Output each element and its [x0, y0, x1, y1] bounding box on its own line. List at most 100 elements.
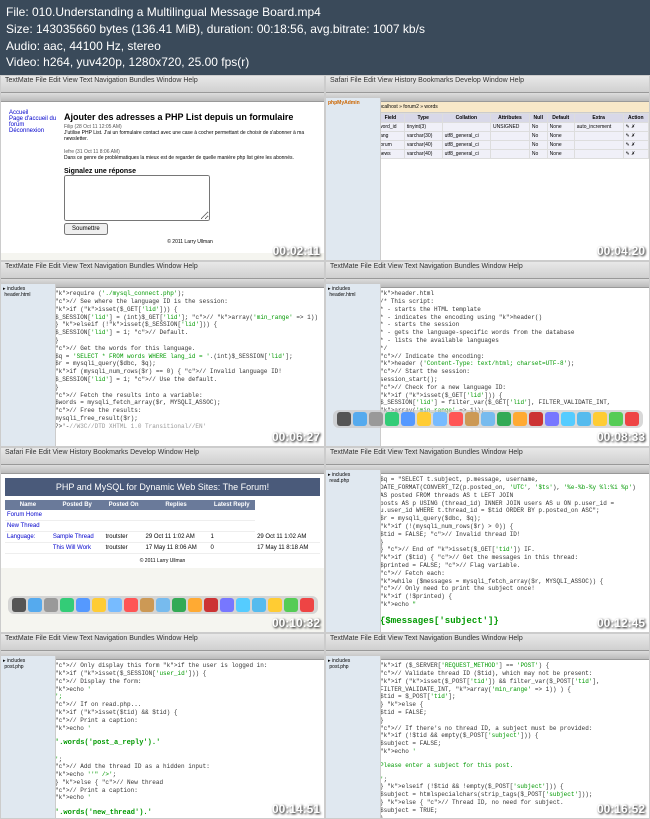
code-line: mysqli_free_result($r); — [55, 415, 320, 423]
reply-textarea[interactable] — [64, 175, 210, 221]
code-line: "c">// Only display this form "k">if the… — [55, 662, 320, 670]
dock-icon[interactable] — [337, 412, 351, 426]
menubar[interactable]: TextMate File Edit View Text Navigation … — [1, 262, 324, 279]
table-row[interactable]: forumvarchar(40)utf8_general_ciNoNone✎ ✗ — [377, 141, 649, 150]
dock-icon[interactable] — [140, 598, 154, 612]
dock-icon[interactable] — [625, 412, 639, 426]
col-header[interactable]: Type — [404, 114, 442, 123]
menubar[interactable]: TextMate File Edit View Text Navigation … — [326, 634, 649, 651]
dock-icon[interactable] — [156, 598, 170, 612]
code-line: "k">echo ''.words('post_a_reply').''; — [55, 725, 320, 764]
menubar[interactable]: TextMate File Edit View Text Navigation … — [326, 448, 649, 465]
dock-icon[interactable] — [60, 598, 74, 612]
table-row[interactable]: langvarchar(30)utf8_general_ciNoNone✎ ✗ — [377, 132, 649, 141]
menubar[interactable]: Safari File Edit View History Bookmarks … — [326, 76, 649, 93]
toolbar[interactable] — [1, 93, 324, 102]
dock-icon[interactable] — [284, 598, 298, 612]
file-tree[interactable]: ▸ includes header.html — [1, 284, 56, 446]
code-line: "c">// See where the language ID is the … — [55, 298, 320, 306]
dock-icon[interactable] — [577, 412, 591, 426]
code-line: $tid = $_POST['tid']; — [380, 693, 645, 701]
code-line: "k">header.html — [380, 290, 645, 298]
dock-icon[interactable] — [609, 412, 623, 426]
dock-icon[interactable] — [401, 412, 415, 426]
code-line: } "k">elseif (!$tid && !empty($_POST['su… — [380, 783, 645, 791]
submit-button[interactable]: Soumettre — [64, 223, 108, 235]
nav-link[interactable]: Déconnexion — [9, 128, 59, 134]
col-header[interactable]: Extra — [574, 114, 623, 123]
table-row[interactable]: word_idtinyint(3)UNSIGNEDNoNoneauto_incr… — [377, 123, 649, 132]
thread-row[interactable]: Forum Home — [5, 510, 320, 521]
dock-icon[interactable] — [236, 598, 250, 612]
code-editor[interactable]: "c">// Only display this form "k">if the… — [51, 660, 324, 819]
col-header[interactable]: Null — [529, 114, 547, 123]
dock-icon[interactable] — [433, 412, 447, 426]
code-editor[interactable]: "k">require ('./mysql_connect.php');"c">… — [51, 288, 324, 447]
dock-icon[interactable] — [545, 412, 559, 426]
dock-icon[interactable] — [76, 598, 90, 612]
breadcrumb[interactable]: localhost » forum2 » words — [376, 102, 649, 113]
dock-icon[interactable] — [220, 598, 234, 612]
dock-icon[interactable] — [465, 412, 479, 426]
dock-icon[interactable] — [385, 412, 399, 426]
code-line: "k">require ('./mysql_connect.php'); — [55, 290, 320, 298]
dock-icon[interactable] — [252, 598, 266, 612]
code-line: $q = "SELECT t.subject, p.message, usern… — [380, 476, 645, 499]
code-line: $_SESSION['lid'] = 1; "c">// Default. — [55, 329, 320, 337]
dock-icon[interactable] — [593, 412, 607, 426]
code-editor[interactable]: "k">if ($_SERVER['REQUEST_METHOD'] == 'P… — [376, 660, 649, 819]
dock-icon[interactable] — [353, 412, 367, 426]
nav-link[interactable]: Page d'accueil du forum — [9, 116, 59, 128]
col-header[interactable]: Collation — [442, 114, 490, 123]
code-line: $subject = htmlspecialchars(strip_tags($… — [380, 791, 645, 799]
dock-icon[interactable] — [529, 412, 543, 426]
dock-icon[interactable] — [108, 598, 122, 612]
dock-icon[interactable] — [513, 412, 527, 426]
table-row[interactable]: newsvarchar(40)utf8_general_ciNoNone✎ ✗ — [377, 150, 649, 159]
menubar[interactable]: TextMate File Edit View Text Navigation … — [326, 262, 649, 279]
code-line: "k">if ("k">isset($_GET['lid'])) { — [55, 306, 320, 314]
dock-icon[interactable] — [12, 598, 26, 612]
file-tree[interactable]: ▸ includes read.php — [326, 470, 381, 632]
dock-icon[interactable] — [124, 598, 138, 612]
dock-icon[interactable] — [268, 598, 282, 612]
threads-table: NamePosted ByPosted OnRepliesLatest Repl… — [5, 500, 320, 554]
code-line: "c">// Check for a new language ID: — [380, 384, 645, 392]
menubar[interactable]: Safari File Edit View History Bookmarks … — [1, 448, 324, 465]
code-editor[interactable]: $q = "SELECT t.subject, p.message, usern… — [376, 474, 649, 633]
dock-icon[interactable] — [417, 412, 431, 426]
dock-icon[interactable] — [44, 598, 58, 612]
dock-icon[interactable] — [449, 412, 463, 426]
dock-icon[interactable] — [188, 598, 202, 612]
thread-row[interactable]: Language: Sample Threadtroutster29 Oct 1… — [5, 532, 320, 543]
col-header[interactable]: Attributes — [491, 114, 530, 123]
thumbnail-6: TextMate File Edit View Text Navigation … — [0, 633, 325, 819]
dock-icon[interactable] — [92, 598, 106, 612]
dock-icon[interactable] — [28, 598, 42, 612]
col-header[interactable]: Action — [623, 114, 648, 123]
file-tree[interactable]: ▸ includes post.php — [326, 656, 381, 818]
dock[interactable] — [333, 410, 643, 428]
code-line: } "k">else { — [380, 701, 645, 709]
thumbnail-1: Safari File Edit View History Bookmarks … — [325, 75, 650, 261]
pma-sidebar[interactable]: phpMyAdmin — [326, 98, 381, 260]
col-header[interactable]: Default — [547, 114, 574, 123]
code-line: "c">// Display the form: — [55, 678, 320, 686]
code-line: } — [380, 717, 645, 725]
menubar[interactable]: TextMate File Edit View Text Navigation … — [1, 76, 324, 93]
file-tree[interactable]: ▸ includes post.php — [1, 656, 56, 818]
dock-icon[interactable] — [561, 412, 575, 426]
dock-icon[interactable] — [481, 412, 495, 426]
dock-icon[interactable] — [172, 598, 186, 612]
dock-icon[interactable] — [369, 412, 383, 426]
post-body: J'utilise PHP List. J'ai un formulaire c… — [64, 130, 316, 142]
dock-icon[interactable] — [497, 412, 511, 426]
dock-icon[interactable] — [204, 598, 218, 612]
menubar[interactable]: TextMate File Edit View Text Navigation … — [1, 634, 324, 651]
dock-icon[interactable] — [300, 598, 314, 612]
dock[interactable] — [8, 596, 318, 614]
thread-row[interactable]: New Thread — [5, 521, 320, 532]
thumbnail-0: TextMate File Edit View Text Navigation … — [0, 75, 325, 261]
thread-row[interactable]: This Will Worktroutster17 May 11 8:06 AM… — [5, 543, 320, 554]
code-line: "c">// Fetch the results into a variable… — [55, 392, 320, 400]
